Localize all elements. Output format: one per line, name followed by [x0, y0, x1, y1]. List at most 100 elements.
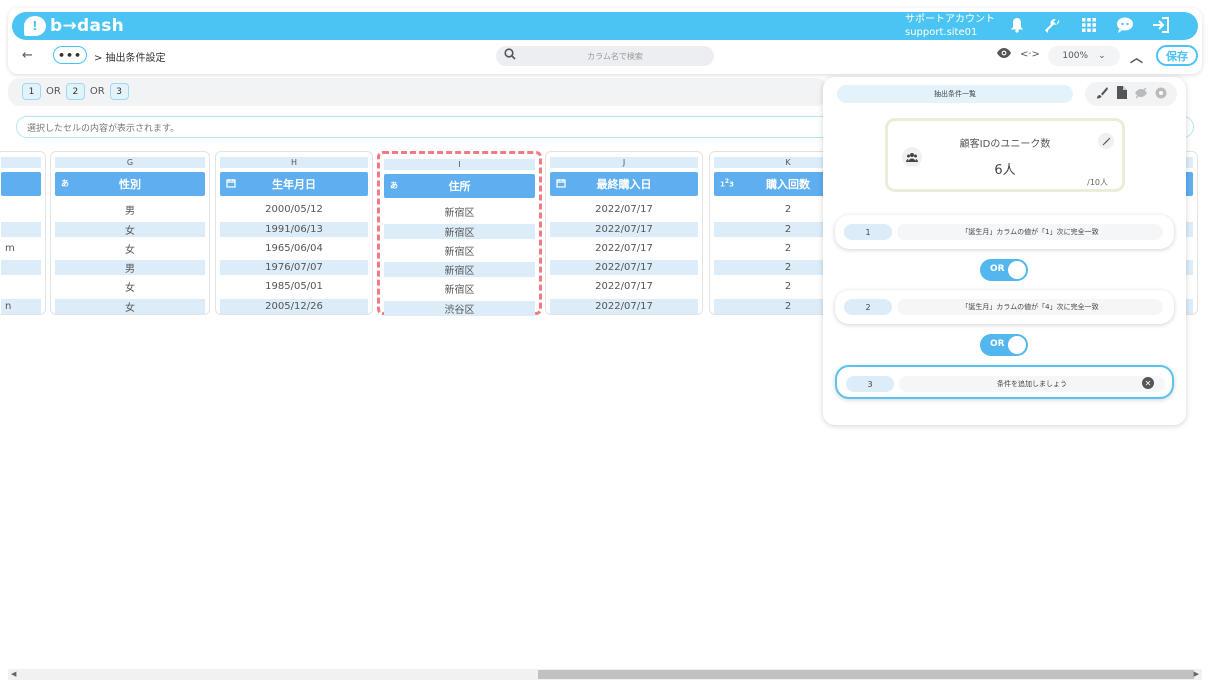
- table-cell[interactable]: 男: [55, 200, 205, 220]
- scroll-left-arrow-icon[interactable]: ◀: [11, 669, 16, 680]
- condition-chip-3[interactable]: 3: [109, 83, 129, 100]
- eye-off-icon[interactable]: [1134, 87, 1148, 102]
- chat-bot-icon[interactable]: [1114, 14, 1136, 36]
- count-total: /10人: [1087, 178, 1108, 187]
- document-icon[interactable]: [1116, 86, 1127, 102]
- table-cell[interactable]: 女: [55, 277, 205, 297]
- settings-circle-icon[interactable]: [1155, 87, 1167, 102]
- table-cell[interactable]: 2000/05/12: [220, 200, 368, 220]
- table-cell[interactable]: 2005/12/26: [220, 298, 368, 314]
- chevron-down-icon: ⌄: [1098, 51, 1106, 61]
- zoom-value: 100%: [1062, 51, 1089, 61]
- brush-icon[interactable]: [1095, 86, 1109, 103]
- table-cell[interactable]: n: [1, 298, 41, 314]
- column-letter: I: [384, 159, 535, 170]
- app-logo[interactable]: ! b→dash: [24, 14, 124, 38]
- table-cell[interactable]: [1, 221, 41, 237]
- condition-text: 「誕生月」カラムの値が「4」次に完全一致: [897, 299, 1163, 315]
- scroll-right-arrow-icon[interactable]: ▶: [1194, 669, 1199, 680]
- chevron-up-icon[interactable]: ︿: [1130, 47, 1143, 66]
- logout-icon[interactable]: [1150, 14, 1172, 36]
- condition-text: 条件を追加しましょう: [899, 376, 1165, 392]
- column-header-label: 住所: [448, 180, 471, 193]
- zoom-select[interactable]: 100% ⌄: [1048, 46, 1120, 66]
- column-header[interactable]: 最終購入日: [550, 172, 698, 196]
- condition-number: 3: [846, 376, 894, 392]
- more-menu-button[interactable]: •••: [53, 46, 87, 64]
- table-cell[interactable]: 2022/07/17: [550, 200, 698, 220]
- or-toggle-1[interactable]: OR: [980, 259, 1028, 281]
- table-column-g: G あ 性別 男 女 女 男 女 女: [50, 151, 210, 315]
- number-type-icon: 123: [720, 178, 734, 189]
- or-toggle-2[interactable]: OR: [980, 334, 1028, 356]
- table-cell[interactable]: 2022/07/17: [550, 260, 698, 275]
- wrench-icon[interactable]: [1042, 14, 1064, 36]
- eye-icon[interactable]: [996, 47, 1012, 63]
- table-cell[interactable]: 男: [55, 260, 205, 275]
- account-info[interactable]: サポートアカウント support.site01: [905, 13, 995, 39]
- column-letter: H: [220, 157, 368, 168]
- table-cell[interactable]: 1991/06/13: [220, 221, 368, 237]
- breadcrumb: > 抽出条件設定: [94, 53, 166, 64]
- text-type-icon: あ: [61, 179, 69, 188]
- account-name: サポートアカウント: [905, 14, 995, 25]
- toggle-label: OR: [990, 339, 1005, 349]
- table-column-i-selected[interactable]: I あ 住所 新宿区 新宿区 新宿区 新宿区 新宿区 渋谷区: [377, 151, 542, 316]
- table-cell[interactable]: [1, 200, 41, 220]
- bell-icon[interactable]: [1006, 14, 1028, 36]
- code-toggle-icon[interactable]: <·>: [1020, 49, 1040, 60]
- condition-chip-1[interactable]: 1: [22, 83, 41, 100]
- column-letter: G: [55, 157, 205, 168]
- table-cell[interactable]: 新宿区: [384, 241, 535, 261]
- text-type-icon: あ: [390, 181, 398, 190]
- table-cell[interactable]: 新宿区: [384, 223, 535, 239]
- table-cell[interactable]: [1, 260, 41, 275]
- column-header[interactable]: [1, 172, 41, 196]
- scrollbar-thumb[interactable]: [538, 670, 1194, 679]
- apps-grid-icon[interactable]: [1078, 14, 1100, 36]
- header-icons: [1006, 14, 1172, 36]
- column-header[interactable]: 生年月日: [220, 172, 368, 196]
- table-cell[interactable]: 1965/06/04: [220, 239, 368, 259]
- condition-text: 「誕生月」カラムの値が「1」次に完全一致: [897, 224, 1163, 240]
- table-column-partial: m n: [0, 151, 46, 315]
- table-column-j: J 最終購入日 2022/07/17 2022/07/17 2022/07/17…: [545, 151, 703, 315]
- table-cell[interactable]: 新宿区: [384, 262, 535, 277]
- table-cell[interactable]: 女: [55, 221, 205, 237]
- unlink-icon[interactable]: [1098, 133, 1114, 149]
- condition-item-1[interactable]: 1 「誕生月」カラムの値が「1」次に完全一致: [835, 215, 1174, 249]
- table-cell[interactable]: 渋谷区: [384, 300, 535, 316]
- table-cell[interactable]: 新宿区: [384, 279, 535, 299]
- table-cell[interactable]: m: [1, 239, 41, 259]
- panel-title[interactable]: 抽出条件一覧: [837, 85, 1073, 103]
- table-cell[interactable]: 2022/07/17: [550, 221, 698, 237]
- column-header-label: 最終購入日: [596, 178, 652, 191]
- column-header[interactable]: あ 住所: [384, 174, 535, 198]
- toolbar: ← ••• > 抽出条件設定 <·> 100% ⌄ ︿ 保存: [14, 45, 1200, 68]
- horizontal-scrollbar[interactable]: ◀ ▶: [8, 669, 1202, 680]
- column-search-input[interactable]: [520, 46, 710, 66]
- table-cell[interactable]: 女: [55, 298, 205, 314]
- condition-item-2[interactable]: 2 「誕生月」カラムの値が「4」次に完全一致: [835, 290, 1174, 324]
- table-cell[interactable]: 女: [55, 239, 205, 259]
- table-cell[interactable]: 新宿区: [384, 202, 535, 222]
- extraction-conditions-panel: 抽出条件一覧 顧客IDのユニーク数 6人 /10人 1 「誕生月」カラムの値が「…: [823, 77, 1186, 425]
- unique-count-card: 顧客IDのユニーク数 6人 /10人: [885, 118, 1125, 192]
- column-header[interactable]: あ 性別: [55, 172, 205, 196]
- table-cell[interactable]: 1976/07/07: [220, 260, 368, 275]
- back-arrow-icon[interactable]: ←: [22, 48, 33, 63]
- count-label: 顧客IDのユニーク数: [959, 139, 1051, 150]
- column-search[interactable]: [496, 46, 714, 66]
- column-header-label: 生年月日: [272, 178, 316, 191]
- table-cell[interactable]: 2022/07/17: [550, 298, 698, 314]
- condition-number: 1: [844, 224, 892, 240]
- save-button[interactable]: 保存: [1156, 45, 1198, 66]
- condition-item-3[interactable]: 3 条件を追加しましょう ✕: [835, 365, 1174, 399]
- table-cell[interactable]: 2022/07/17: [550, 277, 698, 297]
- search-icon: [504, 48, 516, 63]
- table-cell[interactable]: [1, 277, 41, 297]
- table-cell[interactable]: 1985/05/01: [220, 277, 368, 297]
- table-cell[interactable]: 2022/07/17: [550, 239, 698, 259]
- close-icon[interactable]: ✕: [1142, 377, 1154, 389]
- condition-chip-2[interactable]: 2: [65, 83, 85, 100]
